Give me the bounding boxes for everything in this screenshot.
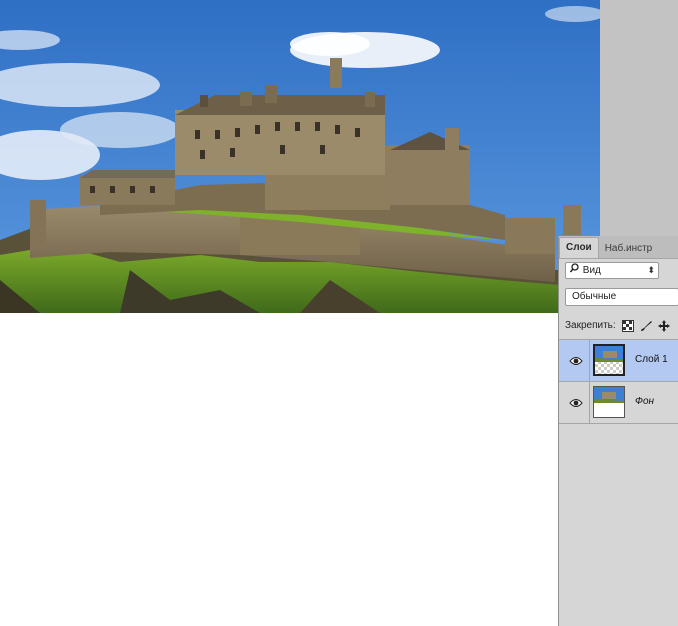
panel-tabs: Слои Наб.инстр: [559, 236, 678, 259]
updown-arrows-icon: ⬍: [647, 265, 655, 275]
eye-column-divider: [589, 382, 590, 423]
layer-row-layer-1[interactable]: Слой 1: [559, 340, 678, 382]
lock-position-icon[interactable]: [657, 319, 670, 332]
tab-tool-presets[interactable]: Наб.инстр: [599, 239, 659, 258]
layer-thumbnail[interactable]: [593, 386, 625, 418]
blend-mode-value: Обычные: [572, 291, 617, 302]
lock-image-pixels-icon[interactable]: [640, 319, 652, 331]
layer-name[interactable]: Фон: [635, 396, 654, 407]
castle-photo[interactable]: [0, 0, 600, 313]
layer-row-background[interactable]: Фон: [559, 382, 678, 424]
eye-visibility-icon[interactable]: [569, 396, 583, 408]
lock-label: Закрепить:: [565, 319, 616, 331]
search-icon: [569, 263, 580, 278]
layers-panel: Слои Наб.инстр Вид ⬍ Обычные Закрепить:: [558, 236, 678, 626]
document-canvas[interactable]: [0, 0, 600, 626]
layer-thumbnail[interactable]: [593, 344, 625, 376]
lock-row: Закрепить:: [565, 318, 670, 332]
layer-filter-value: Вид: [582, 265, 601, 276]
layer-name[interactable]: Слой 1: [635, 354, 668, 365]
eye-visibility-icon[interactable]: [569, 354, 583, 366]
lock-transparent-pixels-icon[interactable]: [621, 319, 634, 332]
pasteboard-area: [600, 0, 678, 236]
layer-list: Слой 1 Фон: [559, 339, 678, 424]
layer-filter-select[interactable]: Вид ⬍: [565, 262, 659, 279]
tab-layers[interactable]: Слои: [559, 237, 599, 258]
blend-mode-select[interactable]: Обычные: [565, 288, 678, 306]
eye-column-divider: [589, 340, 590, 381]
